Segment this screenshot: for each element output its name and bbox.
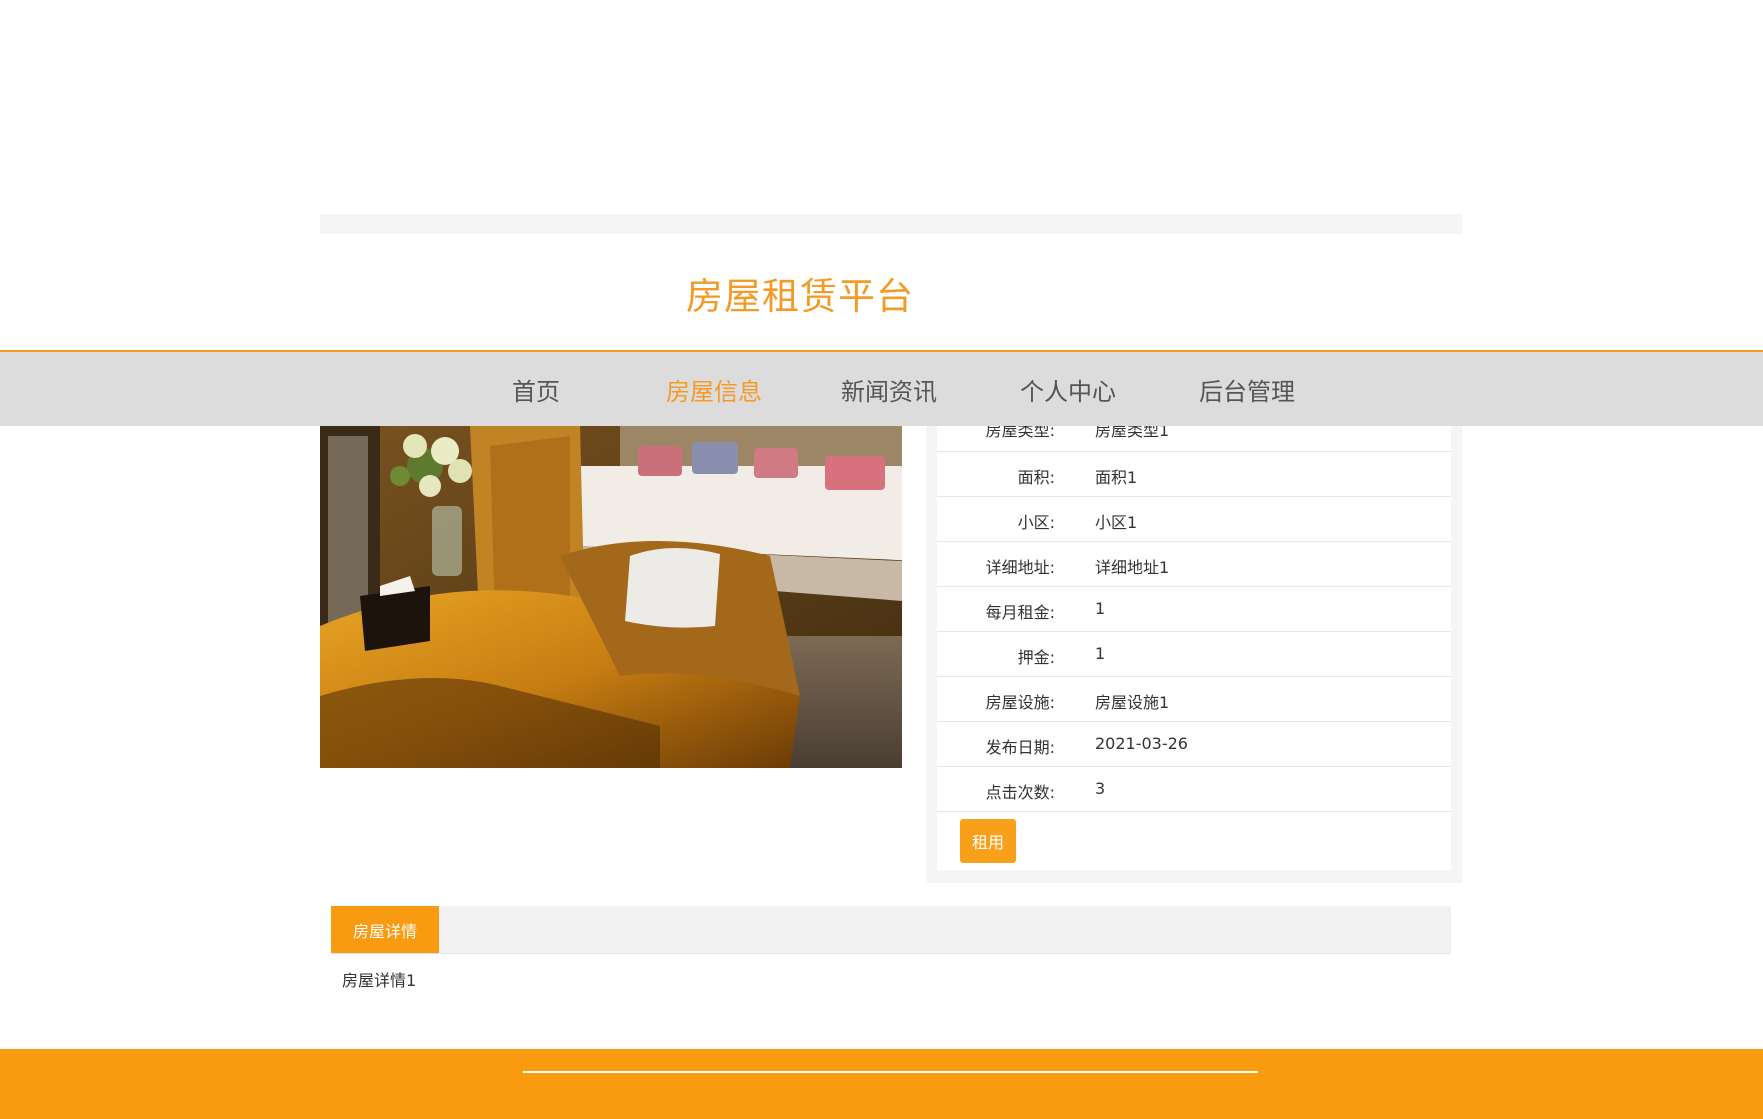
info-label: 发布日期:: [985, 738, 1055, 757]
info-value: 面积1: [1095, 468, 1138, 487]
house-info-table: 房屋类型: 房屋类型1 面积: 面积1 小区: 小区1 详细地址: 详细地址1 …: [937, 426, 1451, 870]
tab-house-detail[interactable]: 房屋详情: [331, 906, 439, 953]
info-value: 详细地址1: [1095, 558, 1170, 577]
info-label: 点击次数:: [985, 783, 1055, 802]
rent-button[interactable]: 租用: [960, 819, 1016, 863]
info-label: 每月租金:: [985, 603, 1055, 622]
info-row-community: 小区: 小区1: [937, 497, 1451, 542]
nav-item-house-info[interactable]: 房屋信息: [666, 372, 762, 407]
info-row-publish-date: 发布日期: 2021-03-26: [937, 722, 1451, 767]
info-value: 房屋设施1: [1095, 693, 1170, 712]
info-row-deposit: 押金: 1: [937, 632, 1451, 677]
house-info-panel: 房屋类型: 房屋类型1 面积: 面积1 小区: 小区1 详细地址: 详细地址1 …: [926, 426, 1462, 883]
footer: [0, 1049, 1763, 1119]
house-photo: [320, 426, 902, 768]
site-title: 房屋租赁平台: [686, 275, 914, 318]
info-value: 房屋类型1: [1095, 426, 1170, 440]
info-label: 面积:: [1017, 468, 1055, 487]
footer-divider: [523, 1071, 1258, 1073]
page: 房屋租赁平台 首页 房屋信息 新闻资讯 个人中心 后台管理 房屋类型: 房屋类型…: [0, 0, 1763, 1119]
info-row-facilities: 房屋设施: 房屋设施1: [937, 677, 1451, 722]
info-value: 小区1: [1095, 513, 1138, 532]
top-strip: [320, 214, 1462, 234]
info-label: 房屋类型:: [985, 426, 1055, 440]
info-row-monthly-rent: 每月租金: 1: [937, 587, 1451, 632]
info-label: 详细地址:: [985, 558, 1055, 577]
nav-item-admin[interactable]: 后台管理: [1199, 372, 1295, 407]
info-label: 小区:: [1017, 513, 1055, 532]
info-row-house-type: 房屋类型: 房屋类型1: [937, 426, 1451, 452]
info-label: 押金:: [1017, 648, 1055, 667]
nav-item-personal-center[interactable]: 个人中心: [1020, 372, 1116, 407]
action-row: 租用: [937, 812, 1451, 870]
nav-item-news[interactable]: 新闻资讯: [841, 372, 937, 407]
info-value: 2021-03-26: [1095, 734, 1188, 753]
info-row-address: 详细地址: 详细地址1: [937, 542, 1451, 587]
info-row-area: 面积: 面积1: [937, 452, 1451, 497]
main-nav: 首页 房屋信息 新闻资讯 个人中心 后台管理: [0, 350, 1763, 426]
detail-tabbar: 房屋详情: [331, 906, 1451, 954]
info-value: 3: [1095, 779, 1106, 798]
nav-item-home[interactable]: 首页: [512, 372, 560, 407]
info-row-click-count: 点击次数: 3: [937, 767, 1451, 812]
bedroom-photo-image: [320, 426, 902, 768]
info-value: 1: [1095, 644, 1106, 663]
house-detail-content: 房屋详情1: [342, 971, 417, 990]
info-value: 1: [1095, 599, 1106, 618]
info-label: 房屋设施:: [985, 693, 1055, 712]
